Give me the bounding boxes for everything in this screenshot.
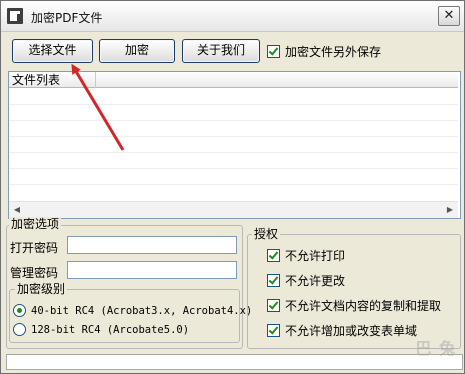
no-copy-checkbox[interactable]: 不允许文档内容的复制和提取	[267, 297, 441, 314]
list-row-line	[9, 152, 458, 153]
permissions-legend: 授权	[252, 227, 281, 241]
check-icon	[267, 249, 280, 262]
list-row-line	[9, 104, 458, 105]
file-list-header[interactable]: 文件列表	[9, 72, 458, 88]
no-form-checkbox[interactable]: 不允许增加或改变表单域	[267, 322, 417, 339]
level-128bit-label: 128-bit RC4 (Arcobate5.0)	[31, 323, 190, 336]
no-copy-label: 不允许文档内容的复制和提取	[285, 299, 442, 313]
close-button[interactable]: ✕	[438, 6, 460, 26]
no-form-label: 不允许增加或改变表单域	[285, 324, 418, 338]
no-print-checkbox[interactable]: 不允许打印	[267, 247, 345, 264]
scroll-right-icon[interactable]: ▶	[442, 202, 458, 218]
check-icon	[267, 324, 280, 337]
title-bar: 加密PDF文件 ✕	[1, 1, 464, 32]
list-row-line	[9, 136, 458, 137]
open-password-label: 打开密码	[10, 241, 59, 255]
check-icon	[267, 274, 280, 287]
check-icon	[267, 45, 280, 58]
scroll-left-icon[interactable]: ◀	[9, 202, 25, 218]
watermark: 巴 兔	[415, 339, 456, 358]
app-icon	[7, 8, 23, 24]
file-list-header-label: 文件列表	[12, 73, 61, 87]
admin-password-input[interactable]	[67, 261, 237, 279]
list-row-line	[9, 120, 458, 121]
file-list[interactable]: 文件列表 ◀ ▶	[8, 71, 461, 219]
about-button[interactable]: 关于我们	[182, 39, 260, 63]
no-print-label: 不允许打印	[285, 249, 346, 263]
radio-selected-icon	[13, 304, 26, 317]
no-modify-checkbox[interactable]: 不允许更改	[267, 272, 345, 289]
no-modify-label: 不允许更改	[285, 274, 346, 288]
select-file-button[interactable]: 选择文件	[12, 39, 93, 63]
encrypt-level-legend: 加密级别	[15, 282, 68, 296]
level-40bit-label: 40-bit RC4 (Acrobat3.x, Acrobat4.x)	[31, 304, 253, 317]
admin-password-label: 管理密码	[10, 266, 59, 280]
list-row-line	[9, 184, 458, 185]
check-icon	[267, 299, 280, 312]
column-divider	[95, 72, 96, 88]
window-title: 加密PDF文件	[31, 11, 103, 25]
open-password-input[interactable]	[67, 236, 237, 254]
status-bar	[6, 354, 463, 370]
level-128bit-radio[interactable]: 128-bit RC4 (Arcobate5.0)	[13, 323, 189, 336]
horizontal-scrollbar[interactable]: ◀ ▶	[9, 201, 458, 218]
encrypt-options-legend: 加密选项	[9, 217, 62, 231]
level-40bit-radio[interactable]: 40-bit RC4 (Acrobat3.x, Acrobat4.x)	[13, 304, 252, 317]
radio-unselected-icon	[13, 323, 26, 336]
save-separately-checkbox[interactable]: 加密文件另外保存	[267, 43, 381, 60]
list-row-line	[9, 168, 458, 169]
save-separately-label: 加密文件另外保存	[285, 45, 382, 59]
main-window: 加密PDF文件 ✕ 选择文件 加密 关于我们 加密文件另外保存 文件列表 ◀ ▶…	[0, 0, 465, 374]
encrypt-button[interactable]: 加密	[99, 39, 175, 63]
